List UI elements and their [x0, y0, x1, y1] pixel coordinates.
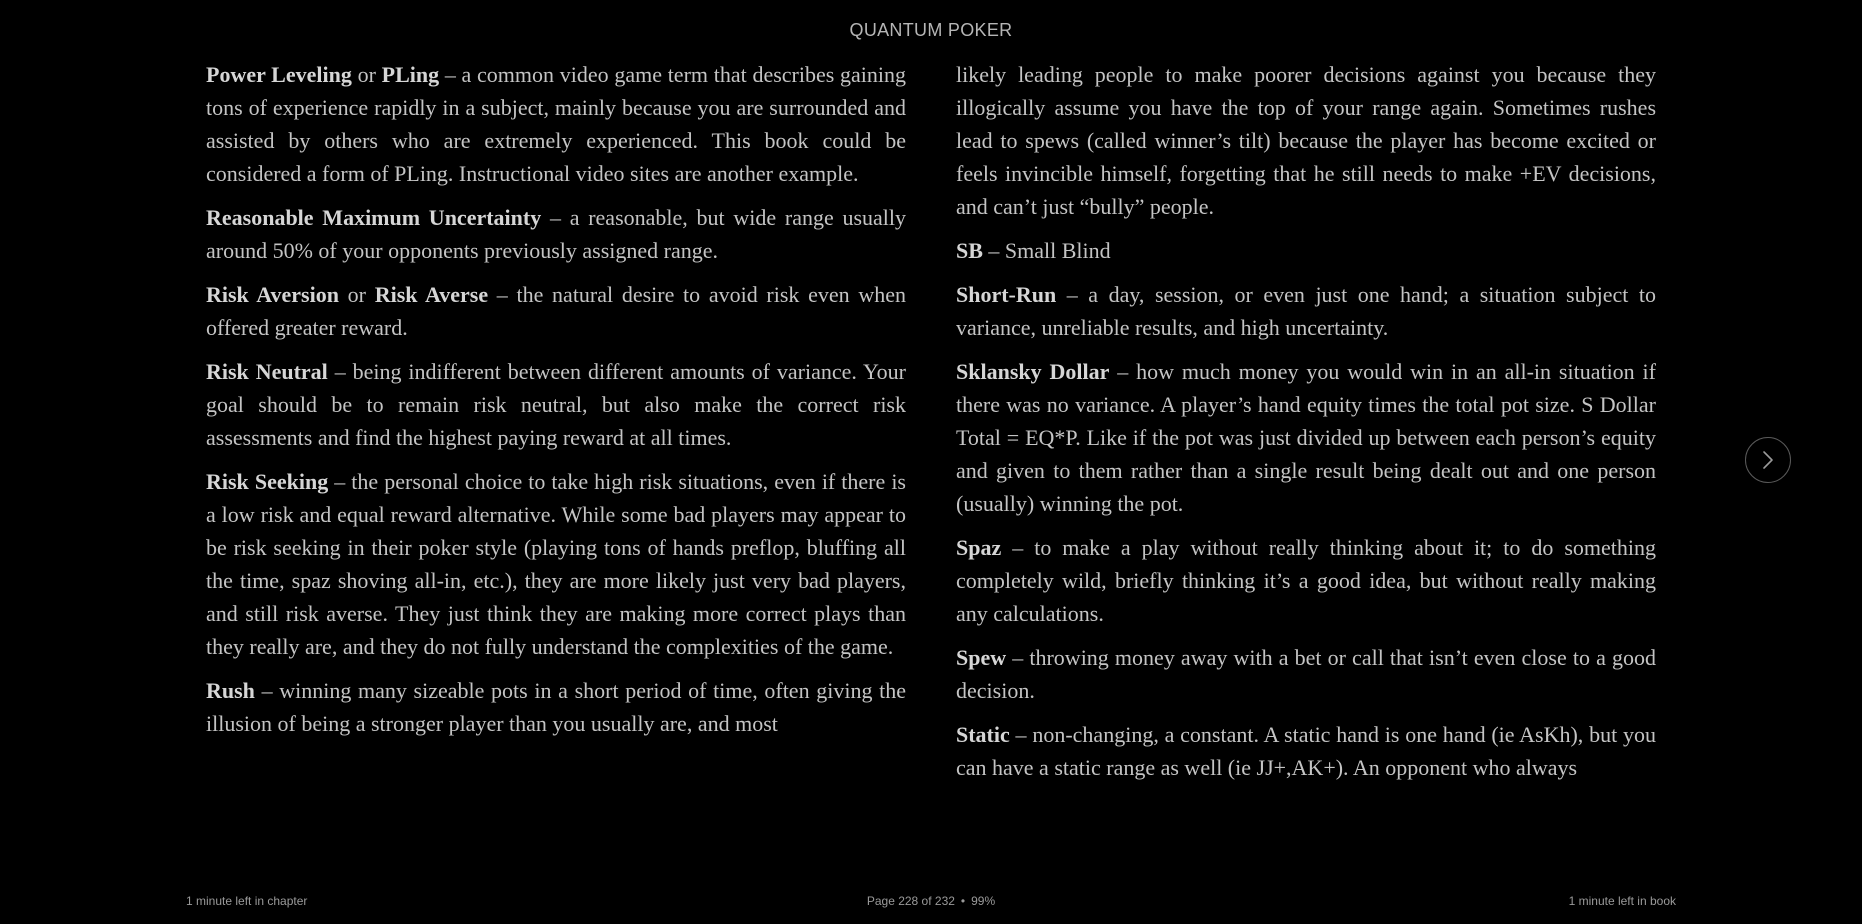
glossary-term: Risk Seeking	[206, 469, 329, 494]
next-page-button[interactable]	[1745, 437, 1791, 483]
glossary-entry: likely leading people to make poorer dec…	[956, 58, 1656, 223]
glossary-term: Static	[956, 722, 1010, 747]
glossary-entry: Risk Seeking – the personal choice to ta…	[206, 465, 906, 663]
right-page-column: likely leading people to make poorer dec…	[956, 58, 1656, 795]
glossary-term: Power Leveling	[206, 62, 352, 87]
glossary-definition: or	[351, 62, 382, 87]
glossary-entry: Risk Aversion or Risk Averse – the natur…	[206, 278, 906, 344]
glossary-definition: – throwing money away with a bet or call…	[956, 645, 1656, 703]
chevron-right-icon	[1763, 451, 1773, 469]
glossary-entry: SB – Small Blind	[956, 234, 1656, 267]
glossary-entry: Short-Run – a day, session, or even just…	[956, 278, 1656, 344]
glossary-term: Short-Run	[956, 282, 1057, 307]
glossary-term: PLing	[381, 62, 440, 87]
glossary-term: SB	[956, 238, 983, 263]
percent-complete: 99%	[971, 894, 996, 908]
glossary-term: Spaz	[956, 535, 1002, 560]
glossary-definition: – Small Blind	[982, 238, 1111, 263]
glossary-entry: Rush – winning many sizeable pots in a s…	[206, 674, 906, 740]
glossary-definition: – winning many sizeable pots in a short …	[206, 678, 906, 736]
glossary-entry: Power Leveling or PLing – a common video…	[206, 58, 906, 190]
glossary-term: Risk Aversion	[206, 282, 339, 307]
glossary-term: Sklansky Dollar	[956, 359, 1110, 384]
glossary-definition: – a day, session, or even just one hand;…	[956, 282, 1656, 340]
glossary-entry: Risk Neutral – being indifferent between…	[206, 355, 906, 454]
book-title: QUANTUM POKER	[849, 20, 1013, 40]
left-page-column: Power Leveling or PLing – a common video…	[206, 58, 906, 751]
glossary-definition: or	[338, 282, 375, 307]
glossary-entry: Static – non-changing, a constant. A sta…	[956, 718, 1656, 784]
separator-dot: •	[960, 894, 966, 908]
glossary-definition: – to make a play without really thinking…	[956, 535, 1656, 626]
glossary-term: Risk Averse	[374, 282, 489, 307]
glossary-term: Spew	[956, 645, 1007, 670]
glossary-entry: Reasonable Maximum Uncertainty – a reaso…	[206, 201, 906, 267]
glossary-definition: likely leading people to make poorer dec…	[956, 62, 1656, 219]
glossary-definition: – non-changing, a constant. A static han…	[956, 722, 1656, 780]
glossary-entry: Spew – throwing money away with a bet or…	[956, 641, 1656, 707]
glossary-term: Rush	[206, 678, 255, 703]
glossary-definition: – the personal choice to take high risk …	[206, 469, 906, 659]
page-number: Page 228 of 232	[866, 894, 955, 908]
glossary-term: Reasonable Maximum Uncertainty	[206, 205, 542, 230]
book-time-remaining: 1 minute left in book	[1568, 894, 1676, 908]
glossary-entry: Spaz – to make a play without really thi…	[956, 531, 1656, 630]
glossary-term: Risk Neutral	[206, 359, 328, 384]
glossary-entry: Sklansky Dollar – how much money you wou…	[956, 355, 1656, 520]
